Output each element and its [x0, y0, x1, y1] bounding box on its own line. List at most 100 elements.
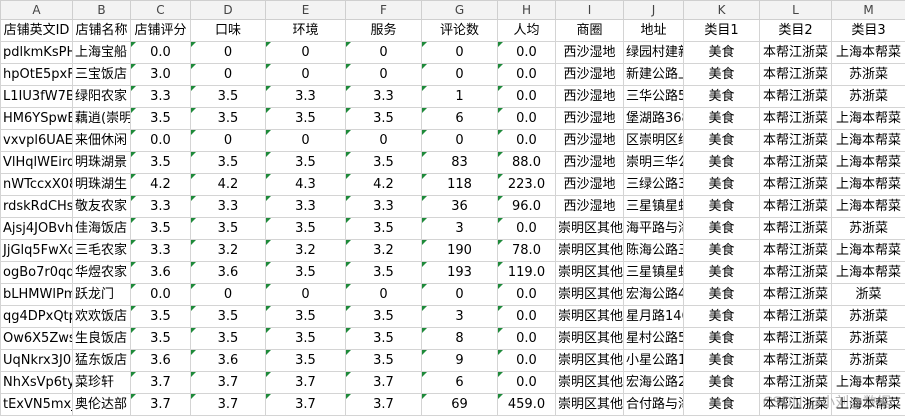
cell-f[interactable]: 3.5 [345, 261, 422, 284]
cell-l[interactable]: 本帮江浙菜 [759, 261, 832, 284]
cell-i[interactable]: 崇明区其他 [555, 393, 624, 416]
cell-f[interactable]: 3.5 [345, 217, 422, 240]
cell-h[interactable]: 0.0 [497, 327, 556, 350]
cell-g[interactable]: 36 [421, 195, 498, 218]
cell-k[interactable]: 美食 [683, 173, 760, 196]
cell-l[interactable]: 本帮江浙菜 [759, 327, 832, 350]
cell-i[interactable]: 西沙湿地 [555, 63, 624, 86]
column-header-a[interactable]: A [0, 0, 73, 20]
cell-g[interactable]: 0 [421, 283, 498, 306]
cell-k[interactable]: 美食 [683, 283, 760, 306]
column-header-k[interactable]: K [683, 0, 760, 20]
cell-b[interactable]: 奥伦达部 [72, 393, 131, 416]
cell-b[interactable]: 佳海饭店 [72, 217, 131, 240]
cell-j[interactable]: 区崇明区绿 [623, 129, 684, 152]
cell-m[interactable]: 上海本帮菜 [831, 173, 905, 196]
cell-c[interactable]: 3.5 [130, 327, 191, 350]
cell-j[interactable]: 宏海公路42 [623, 283, 684, 306]
cell-j[interactable]: 三华公路51 [623, 85, 684, 108]
cell-a[interactable]: vxvpl6UAEf [0, 129, 73, 152]
cell-l[interactable]: 本帮江浙菜 [759, 305, 832, 328]
cell-d[interactable]: 3.5 [190, 305, 266, 328]
cell-d[interactable]: 0 [190, 63, 266, 86]
cell-b[interactable]: 华煜农家 [72, 261, 131, 284]
cell-k[interactable]: 美食 [683, 41, 760, 64]
cell-e[interactable]: 3.5 [265, 217, 346, 240]
cell-i[interactable]: 崇明区其他 [555, 327, 624, 350]
cell-g[interactable]: 3 [421, 217, 498, 240]
cell-j[interactable]: 三星镇星虹 [623, 261, 684, 284]
cell-b[interactable]: 来佃休闲 [72, 129, 131, 152]
cell-e[interactable]: 3.5 [265, 305, 346, 328]
cell-c[interactable]: 3.0 [130, 63, 191, 86]
cell-b[interactable]: 三毛农家 [72, 239, 131, 262]
cell-j[interactable]: 宏海公路20 [623, 371, 684, 394]
cell-a[interactable]: UqNkrx3J0l [0, 349, 73, 372]
cell-e[interactable]: 0 [265, 63, 346, 86]
cell-f[interactable]: 3.5 [345, 349, 422, 372]
cell-f[interactable]: 3.7 [345, 371, 422, 394]
cell-b[interactable]: 猛东饭店 [72, 349, 131, 372]
cell-a[interactable]: ogBo7r0qqV [0, 261, 73, 284]
cell-a[interactable]: L1IU3fW7B [0, 85, 73, 108]
cell-e[interactable]: 3.3 [265, 195, 346, 218]
cell-l[interactable]: 本帮江浙菜 [759, 107, 832, 130]
cell-i[interactable]: 崇明区其他 [555, 239, 624, 262]
cell-d[interactable]: 0 [190, 283, 266, 306]
cell-m[interactable]: 苏浙菜 [831, 349, 905, 372]
cell-h[interactable]: 96.0 [497, 195, 556, 218]
cell-l[interactable]: 本帮江浙菜 [759, 217, 832, 240]
cell-d[interactable]: 3.5 [190, 327, 266, 350]
cell-i[interactable]: 西沙湿地 [555, 107, 624, 130]
cell-l[interactable]: 本帮江浙菜 [759, 41, 832, 64]
cell-f[interactable]: 3.2 [345, 239, 422, 262]
cell-h[interactable]: 0.0 [497, 63, 556, 86]
field-header-cell[interactable]: 服务 [345, 19, 422, 42]
cell-m[interactable]: 上海本帮菜 [831, 41, 905, 64]
cell-k[interactable]: 美食 [683, 195, 760, 218]
cell-k[interactable]: 美食 [683, 85, 760, 108]
cell-i[interactable]: 崇明区其他 [555, 371, 624, 394]
cell-l[interactable]: 本帮江浙菜 [759, 393, 832, 416]
cell-k[interactable]: 美食 [683, 107, 760, 130]
cell-c[interactable]: 3.5 [130, 107, 191, 130]
cell-m[interactable]: 上海本帮菜 [831, 393, 905, 416]
cell-i[interactable]: 崇明区其他 [555, 305, 624, 328]
cell-l[interactable]: 本帮江浙菜 [759, 371, 832, 394]
cell-g[interactable]: 0 [421, 129, 498, 152]
cell-m[interactable]: 上海本帮菜 [831, 151, 905, 174]
cell-a[interactable]: VlHqlWEird [0, 151, 73, 174]
cell-e[interactable]: 3.3 [265, 85, 346, 108]
cell-e[interactable]: 3.5 [265, 107, 346, 130]
cell-d[interactable]: 3.7 [190, 371, 266, 394]
cell-k[interactable]: 美食 [683, 393, 760, 416]
cell-e[interactable]: 3.5 [265, 327, 346, 350]
cell-g[interactable]: 83 [421, 151, 498, 174]
cell-a[interactable]: pdlkmKsPH [0, 41, 73, 64]
cell-k[interactable]: 美食 [683, 239, 760, 262]
cell-b[interactable]: 明珠湖景 [72, 151, 131, 174]
column-header-c[interactable]: C [130, 0, 191, 20]
cell-l[interactable]: 本帮江浙菜 [759, 283, 832, 306]
cell-b[interactable]: 菜珍轩 [72, 371, 131, 394]
cell-k[interactable]: 美食 [683, 371, 760, 394]
cell-f[interactable]: 3.7 [345, 393, 422, 416]
column-header-b[interactable]: B [72, 0, 131, 20]
column-header-h[interactable]: H [497, 0, 556, 20]
cell-e[interactable]: 3.5 [265, 349, 346, 372]
cell-f[interactable]: 0 [345, 283, 422, 306]
cell-c[interactable]: 3.5 [130, 151, 191, 174]
cell-h[interactable]: 223.0 [497, 173, 556, 196]
cell-c[interactable]: 3.3 [130, 85, 191, 108]
cell-c[interactable]: 4.2 [130, 173, 191, 196]
cell-b[interactable]: 跃龙门 [72, 283, 131, 306]
cell-i[interactable]: 西沙湿地 [555, 151, 624, 174]
cell-i[interactable]: 西沙湿地 [555, 85, 624, 108]
cell-j[interactable]: 堡湖路368号 [623, 107, 684, 130]
cell-b[interactable]: 绿阳农家 [72, 85, 131, 108]
cell-j[interactable]: 星月路146号 [623, 305, 684, 328]
cell-a[interactable]: JjGlq5FwXc [0, 239, 73, 262]
cell-d[interactable]: 0 [190, 129, 266, 152]
cell-l[interactable]: 本帮江浙菜 [759, 173, 832, 196]
cell-h[interactable]: 459.0 [497, 393, 556, 416]
